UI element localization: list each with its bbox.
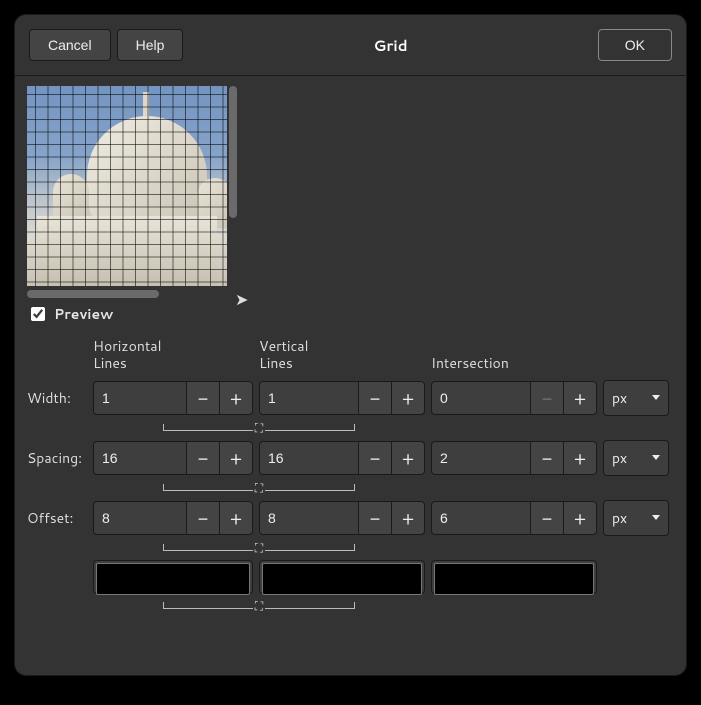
- width-i-minus-button[interactable]: −: [530, 381, 563, 415]
- minus-icon: −: [198, 385, 209, 411]
- label-width: Width:: [27, 388, 87, 408]
- width-h-input[interactable]: [93, 381, 186, 415]
- spacing-i-spin: − +: [431, 441, 597, 475]
- preview-checkbox[interactable]: [31, 307, 45, 321]
- minus-icon: −: [542, 445, 553, 471]
- color-link-row: ⛶: [93, 598, 425, 614]
- minus-icon: −: [370, 505, 381, 531]
- spacing-v-spin: − +: [259, 441, 425, 475]
- plus-icon: +: [402, 505, 414, 531]
- offset-v-plus-button[interactable]: +: [391, 501, 425, 535]
- width-i-input[interactable]: [431, 381, 530, 415]
- width-v-input[interactable]: [259, 381, 358, 415]
- spacing-h-input[interactable]: [93, 441, 186, 475]
- width-h-plus-button[interactable]: +: [219, 381, 253, 415]
- spacing-unit-select[interactable]: px: [603, 440, 669, 476]
- spacing-v-minus-button[interactable]: −: [358, 441, 391, 475]
- chain-link-icon[interactable]: ⛶: [255, 597, 263, 614]
- spacing-link-row: ⛶: [93, 480, 425, 496]
- offset-i-minus-button[interactable]: −: [530, 501, 563, 535]
- minus-icon: −: [370, 385, 381, 411]
- spacing-i-plus-button[interactable]: +: [563, 441, 597, 475]
- width-v-plus-button[interactable]: +: [391, 381, 425, 415]
- offset-v-input[interactable]: [259, 501, 358, 535]
- plus-icon: +: [402, 445, 414, 471]
- spacing-i-minus-button[interactable]: −: [530, 441, 563, 475]
- width-i-spin: − +: [431, 381, 597, 415]
- plus-icon: +: [402, 385, 414, 411]
- preview-area: ➤: [27, 86, 674, 298]
- label-spacing: Spacing:: [27, 448, 87, 468]
- color-h-wrap: [93, 560, 253, 594]
- preview-image[interactable]: [27, 86, 227, 286]
- grid-dialog: Cancel Help Grid OK ➤ Preview: [14, 14, 687, 676]
- color-v-button[interactable]: [262, 563, 422, 595]
- offset-v-spin: − +: [259, 501, 425, 535]
- chevron-down-icon: [652, 455, 660, 460]
- unit-label: px: [612, 508, 627, 528]
- color-i-button[interactable]: [434, 563, 594, 595]
- offset-v-minus-button[interactable]: −: [358, 501, 391, 535]
- width-h-spin: − +: [93, 381, 253, 415]
- plus-icon: +: [230, 385, 242, 411]
- color-h-button[interactable]: [96, 563, 250, 595]
- preview-label: Preview: [54, 304, 113, 324]
- width-v-minus-button[interactable]: −: [358, 381, 391, 415]
- spacing-h-plus-button[interactable]: +: [219, 441, 253, 475]
- plus-icon: +: [230, 445, 242, 471]
- offset-i-input[interactable]: [431, 501, 530, 535]
- width-link-row: ⛶: [93, 420, 425, 436]
- cancel-button[interactable]: Cancel: [29, 29, 111, 61]
- col-header-intersection: Intersection: [431, 355, 597, 376]
- chain-link-icon[interactable]: ⛶: [255, 419, 263, 436]
- preview-checkbox-row[interactable]: Preview: [27, 304, 674, 324]
- offset-i-spin: − +: [431, 501, 597, 535]
- offset-h-plus-button[interactable]: +: [219, 501, 253, 535]
- spacing-v-plus-button[interactable]: +: [391, 441, 425, 475]
- width-h-minus-button[interactable]: −: [186, 381, 219, 415]
- label-offset: Offset:: [27, 508, 87, 528]
- preview-vscroll[interactable]: [229, 86, 237, 218]
- minus-icon: −: [542, 505, 553, 531]
- offset-h-input[interactable]: [93, 501, 186, 535]
- width-i-plus-button[interactable]: +: [563, 381, 597, 415]
- minus-icon: −: [198, 505, 209, 531]
- offset-link-row: ⛶: [93, 540, 425, 556]
- plus-icon: +: [574, 385, 586, 411]
- offset-h-minus-button[interactable]: −: [186, 501, 219, 535]
- dialog-title: Grid: [183, 35, 597, 56]
- width-v-spin: − +: [259, 381, 425, 415]
- plus-icon: +: [574, 505, 586, 531]
- minus-icon: −: [370, 445, 381, 471]
- minus-icon: −: [542, 385, 553, 411]
- chevron-down-icon: [652, 515, 660, 520]
- col-header-horizontal: Horizontal Lines: [93, 338, 253, 376]
- offset-i-plus-button[interactable]: +: [563, 501, 597, 535]
- width-unit-select[interactable]: px: [603, 380, 669, 416]
- minus-icon: −: [198, 445, 209, 471]
- preview-hscroll[interactable]: [27, 290, 159, 298]
- spacing-h-spin: − +: [93, 441, 253, 475]
- color-i-wrap: [431, 560, 597, 594]
- chain-link-icon[interactable]: ⛶: [255, 539, 263, 556]
- help-button[interactable]: Help: [117, 29, 184, 61]
- plus-icon: +: [230, 505, 242, 531]
- chevron-down-icon: [652, 395, 660, 400]
- col-header-vertical: Vertical Lines: [259, 338, 425, 376]
- offset-unit-select[interactable]: px: [603, 500, 669, 536]
- spacing-h-minus-button[interactable]: −: [186, 441, 219, 475]
- offset-h-spin: − +: [93, 501, 253, 535]
- plus-icon: +: [574, 445, 586, 471]
- chain-link-icon[interactable]: ⛶: [255, 479, 263, 496]
- ok-button[interactable]: OK: [598, 29, 672, 61]
- color-v-wrap: [259, 560, 425, 594]
- unit-label: px: [612, 448, 627, 468]
- spacing-i-input[interactable]: [431, 441, 530, 475]
- unit-label: px: [612, 388, 627, 408]
- preview-nav-arrow-icon[interactable]: ➤: [235, 288, 248, 311]
- titlebar: Cancel Help Grid OK: [15, 15, 686, 76]
- spacing-v-input[interactable]: [259, 441, 358, 475]
